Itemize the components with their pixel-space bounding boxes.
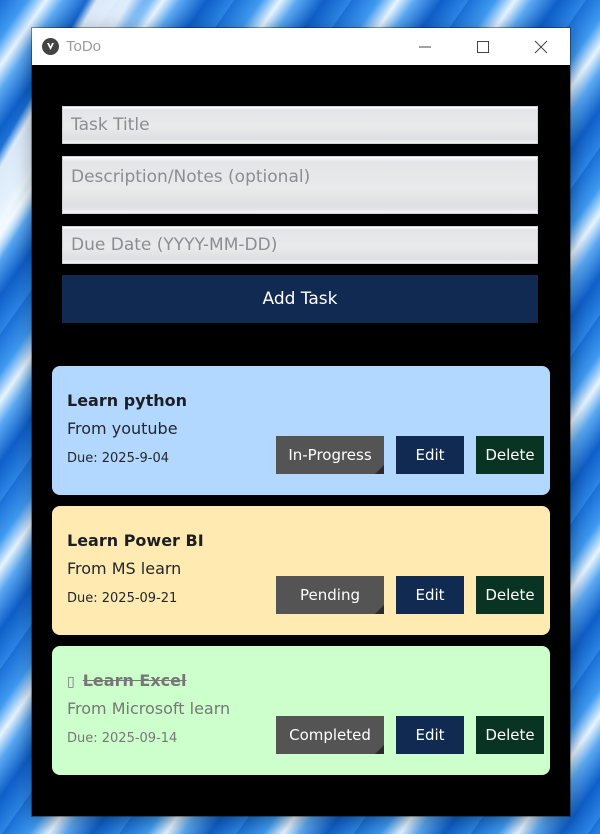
title-bar[interactable]: ToDo xyxy=(32,28,570,65)
task-description: From Microsoft learn xyxy=(67,699,231,718)
task-description: From MS learn xyxy=(67,559,182,578)
description-placeholder: Description/Notes (optional) xyxy=(71,167,311,187)
add-task-button[interactable]: Add Task xyxy=(62,275,538,323)
kivy-app-icon xyxy=(42,38,59,55)
task-title: Learn Power BI xyxy=(67,531,204,550)
edit-button[interactable]: Edit xyxy=(396,576,464,614)
task-card: ▯ Learn Excel From Microsoft learn Due: 2… xyxy=(52,646,550,775)
task-description: From youtube xyxy=(67,419,178,438)
status-toggle-button[interactable]: Pending xyxy=(276,576,384,614)
delete-button[interactable]: Delete xyxy=(476,576,544,614)
task-title-placeholder: Task Title xyxy=(71,115,150,135)
minimize-button[interactable] xyxy=(396,28,454,65)
task-due-date: Due: 2025-9-04 xyxy=(67,451,170,466)
due-date-input[interactable]: Due Date (YYYY-MM-DD) xyxy=(62,226,538,264)
maximize-icon xyxy=(477,40,489,53)
description-input[interactable]: Description/Notes (optional) xyxy=(62,156,538,214)
app-window: ToDo Task Title Description/Notes (optio… xyxy=(32,28,570,816)
edit-button[interactable]: Edit xyxy=(396,436,464,474)
window-title: ToDo xyxy=(66,38,102,55)
task-due-date: Due: 2025-09-21 xyxy=(67,591,178,606)
minimize-icon xyxy=(419,46,431,47)
task-card: Learn Power BI From MS learn Due: 2025-0… xyxy=(52,506,550,635)
task-title-input[interactable]: Task Title xyxy=(62,106,538,144)
delete-button[interactable]: Delete xyxy=(476,436,544,474)
close-icon xyxy=(534,40,548,53)
status-toggle-button[interactable]: In-Progress xyxy=(276,436,384,474)
edit-button[interactable]: Edit xyxy=(396,716,464,754)
due-date-placeholder: Due Date (YYYY-MM-DD) xyxy=(71,235,278,255)
task-title: Learn python xyxy=(67,391,187,410)
checkmark-icon: ▯ xyxy=(67,674,75,690)
task-title-row: ▯ Learn Excel xyxy=(67,671,186,690)
close-button[interactable] xyxy=(512,28,570,65)
maximize-button[interactable] xyxy=(454,28,512,65)
task-title: Learn Excel xyxy=(82,671,187,690)
task-due-date: Due: 2025-09-14 xyxy=(67,731,178,746)
task-card: Learn python From youtube Due: 2025-9-04… xyxy=(52,366,550,495)
delete-button[interactable]: Delete xyxy=(476,716,544,754)
status-toggle-button[interactable]: Completed xyxy=(276,716,384,754)
